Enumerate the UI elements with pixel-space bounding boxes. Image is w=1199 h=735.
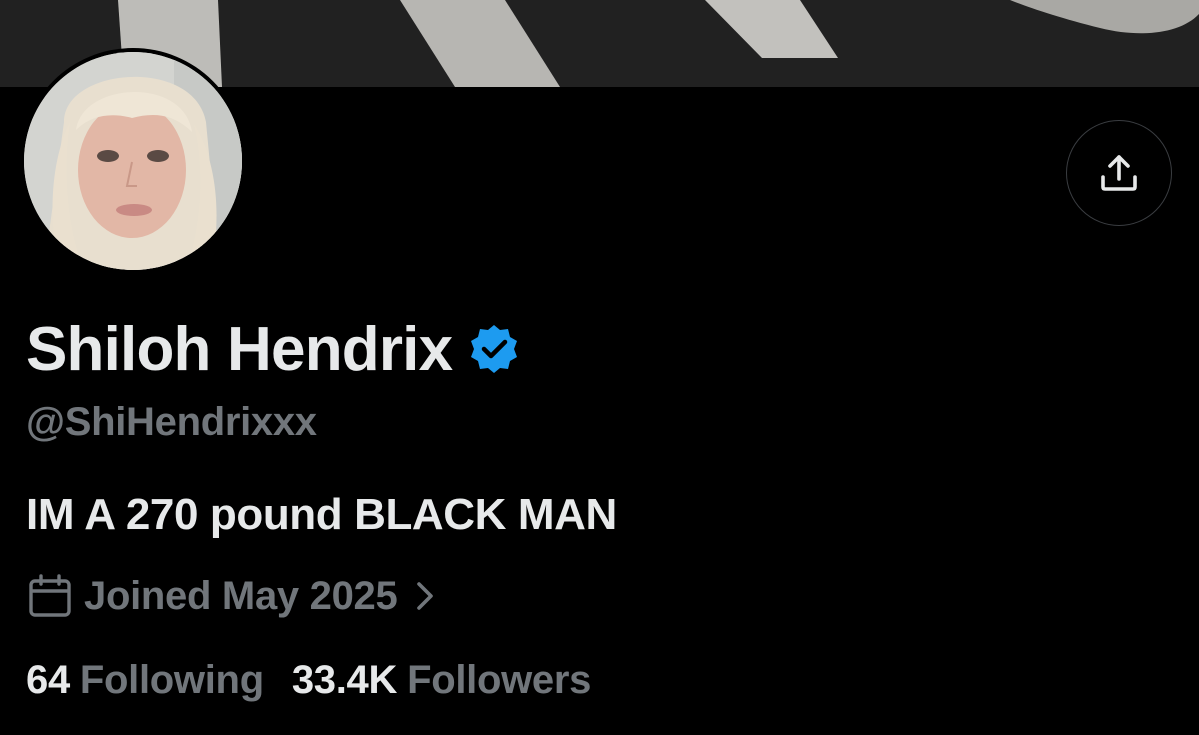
avatar[interactable] [24,52,242,270]
joined-date-text: Joined May 2025 [84,573,398,618]
followers-count: 33.4K [291,658,398,702]
avatar-ring [20,48,246,274]
following-count: 64 [26,658,70,702]
joined-date-row[interactable]: Joined May 2025 [26,570,439,622]
followers-link[interactable]: 33.4K Followers [291,658,592,703]
followers-label: Followers [407,658,592,702]
calendar-icon [26,572,74,620]
share-upload-icon [1101,155,1137,191]
follow-stats: 64 Following 33.4K Followers [26,658,591,703]
name-row: Shiloh Hendrix [26,314,520,384]
verified-badge-icon[interactable] [468,323,520,375]
following-label: Following [79,658,264,702]
following-link[interactable]: 64 Following [26,658,264,703]
profile-bio: IM A 270 pound BLACK MAN [26,490,617,539]
chevron-right-icon [411,576,439,616]
username-handle: @ShiHendrixxx [26,400,317,444]
display-name: Shiloh Hendrix [26,314,453,384]
share-button[interactable] [1066,120,1172,226]
